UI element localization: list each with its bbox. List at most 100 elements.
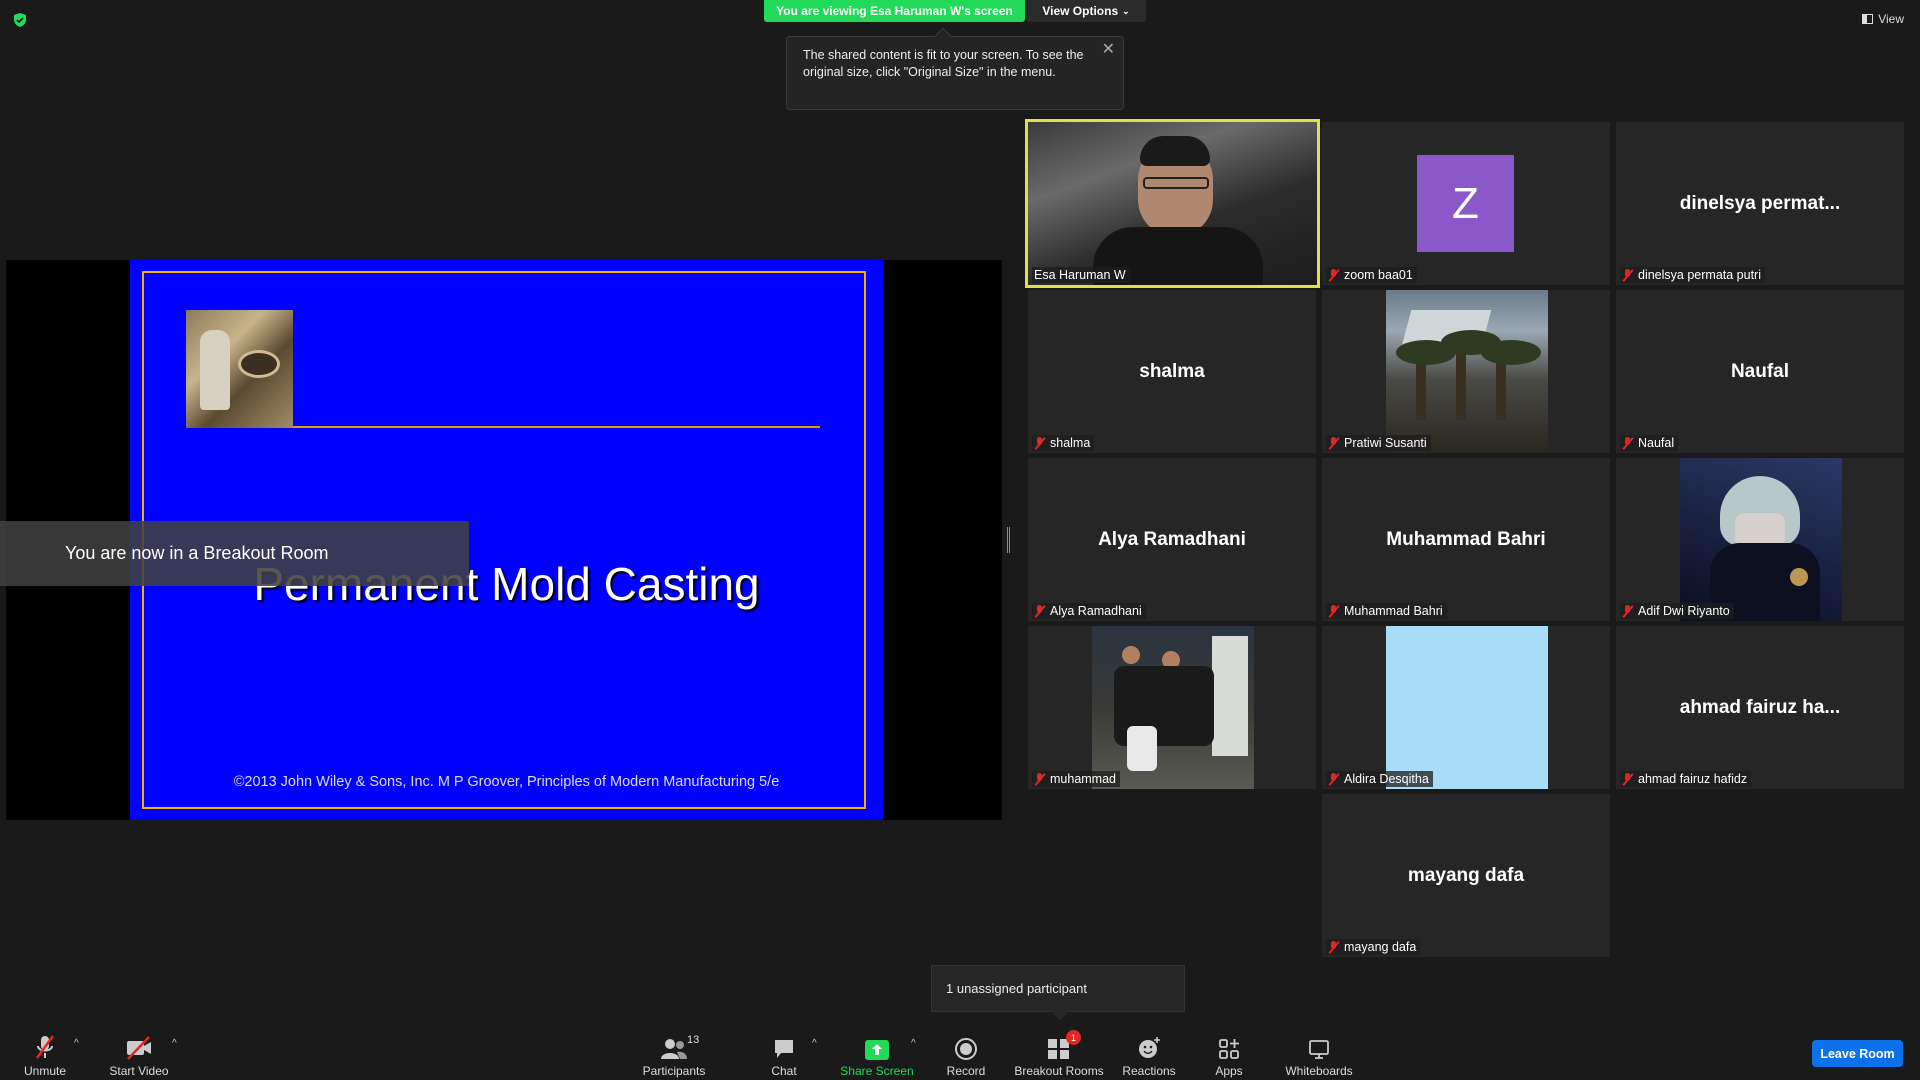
participant-name-label: zoom baa01 (1326, 267, 1417, 283)
participant-name: Adif Dwi Riyanto (1638, 604, 1730, 618)
start-video-button[interactable]: Start Video (94, 1034, 184, 1078)
whiteboard-icon-wrap (1308, 1034, 1330, 1060)
breakout-icon-wrap: 1 (1047, 1030, 1081, 1060)
grid-layout-icon (1862, 14, 1874, 24)
participant-tile[interactable]: Z zoom baa01 (1322, 122, 1610, 285)
participants-label: Participants (642, 1064, 706, 1078)
participant-name: Alya Ramadhani (1050, 604, 1142, 618)
breakout-rooms-label: Breakout Rooms (1014, 1064, 1104, 1078)
worker-figure (200, 330, 230, 410)
participant-name-label: Adif Dwi Riyanto (1620, 603, 1734, 619)
participant-tile[interactable]: Pratiwi Susanti (1322, 290, 1610, 453)
participant-name-label: dinelsya permata putri (1620, 267, 1765, 283)
view-options-button[interactable]: View Options ⌄ (1026, 0, 1146, 22)
share-screen-icon (865, 1040, 889, 1060)
participant-video (1092, 626, 1254, 789)
participant-tile[interactable]: shalma shalma (1028, 290, 1316, 453)
mic-muted-icon (1328, 268, 1340, 282)
participant-video (1386, 290, 1548, 453)
participant-video (1680, 458, 1842, 621)
mic-muted-icon (1034, 772, 1046, 786)
participants-button[interactable]: 13 Participants (629, 1034, 719, 1078)
record-icon-wrap (955, 1034, 977, 1060)
chat-icon-wrap (773, 1034, 795, 1060)
zoom-meeting-window: You are viewing Esa Haruman W's screen V… (0, 0, 1920, 1080)
fit-to-screen-tooltip: The shared content is fit to your screen… (786, 27, 1124, 110)
mic-muted-icon (1622, 604, 1634, 618)
audio-options-caret[interactable]: ^ (74, 1038, 79, 1049)
share-screen-label: Share Screen (840, 1064, 914, 1078)
view-label: View (1878, 12, 1904, 26)
chevron-down-icon: ⌄ (1122, 5, 1130, 16)
tooltip-text: The shared content is fit to your screen… (803, 48, 1084, 79)
participant-tile[interactable]: Alya Ramadhani Alya Ramadhani (1028, 458, 1316, 621)
start-video-label: Start Video (109, 1064, 169, 1078)
participant-tile[interactable]: Adif Dwi Riyanto (1616, 458, 1904, 621)
participant-tile[interactable]: Esa Haruman W (1025, 119, 1320, 288)
breakout-notice-text: You are now in a Breakout Room (65, 543, 329, 563)
participant-name-label: Pratiwi Susanti (1326, 435, 1431, 451)
share-screen-button[interactable]: Share Screen (832, 1034, 922, 1078)
participant-tile[interactable]: dinelsya permat... dinelsya permata putr… (1616, 122, 1904, 285)
participants-icon-wrap: 13 (661, 1034, 699, 1060)
tooltip-caret (934, 27, 952, 45)
unmute-label: Unmute (23, 1064, 67, 1078)
reactions-emoji-icon (1139, 1037, 1160, 1058)
participants-count: 13 (687, 1034, 700, 1046)
apps-label: Apps (1215, 1064, 1243, 1078)
participant-name-label: muhammad (1032, 771, 1120, 787)
popup-caret (1051, 1003, 1069, 1021)
reactions-icon-wrap (1137, 1034, 1161, 1060)
participant-display-name: ahmad fairuz ha... (1679, 696, 1841, 718)
share-icon-wrap (865, 1034, 889, 1060)
participant-name: dinelsya permata putri (1638, 268, 1761, 282)
mic-muted-icon (1034, 436, 1046, 450)
chat-options-caret[interactable]: ^ (812, 1038, 817, 1049)
participant-name-label: Alya Ramadhani (1032, 603, 1146, 619)
breakout-rooms-button[interactable]: 1 Breakout Rooms (1013, 1030, 1105, 1078)
reactions-label: Reactions (1122, 1064, 1176, 1078)
participant-name: zoom baa01 (1344, 268, 1413, 282)
reactions-button[interactable]: Reactions (1104, 1034, 1194, 1078)
record-button[interactable]: Record (921, 1034, 1011, 1078)
apps-icon (1219, 1039, 1239, 1059)
whiteboards-label: Whiteboards (1285, 1064, 1353, 1078)
viewing-banner-text: You are viewing Esa Haruman W's screen (776, 4, 1013, 18)
record-label: Record (946, 1064, 986, 1078)
leave-room-label: Leave Room (1820, 1046, 1895, 1061)
share-options-caret[interactable]: ^ (911, 1038, 916, 1049)
viewing-screen-banner: You are viewing Esa Haruman W's screen (764, 0, 1025, 22)
participant-tile[interactable]: Muhammad Bahri Muhammad Bahri (1322, 458, 1610, 621)
encryption-shield-icon[interactable] (12, 12, 28, 28)
apps-button[interactable]: Apps (1184, 1034, 1274, 1078)
mic-muted-icon (1328, 604, 1340, 618)
participant-tile[interactable]: ahmad fairuz ha... ahmad fairuz hafidz (1616, 626, 1904, 789)
slide-casting-photo (186, 310, 293, 428)
participant-tile[interactable]: Naufal Naufal (1616, 290, 1904, 453)
unassigned-participant-popup[interactable]: 1 unassigned participant (931, 965, 1185, 1021)
apps-icon-wrap (1218, 1034, 1240, 1060)
video-options-caret[interactable]: ^ (172, 1038, 177, 1049)
participant-name: Pratiwi Susanti (1344, 436, 1427, 450)
unassigned-text: 1 unassigned participant (946, 981, 1087, 996)
participant-tile[interactable]: mayang dafa mayang dafa (1322, 794, 1610, 957)
split-resize-handle[interactable] (1007, 527, 1010, 553)
participant-name: Esa Haruman W (1034, 268, 1126, 282)
close-icon[interactable]: ✕ (1102, 41, 1115, 58)
meeting-toolbar: Unmute ^ Start Video ^ 13 Participants C… (0, 1022, 1920, 1080)
mic-muted-icon (1328, 940, 1340, 954)
participant-video (1028, 122, 1317, 285)
avatar: Z (1417, 155, 1514, 252)
participant-name-label: Aldira Desqitha (1326, 771, 1433, 787)
mic-muted-icon (1622, 436, 1634, 450)
whiteboards-button[interactable]: Whiteboards (1274, 1034, 1364, 1078)
participant-display-name: mayang dafa (1407, 864, 1525, 886)
participant-name: Aldira Desqitha (1344, 772, 1429, 786)
view-layout-button[interactable]: View (1862, 12, 1904, 26)
participant-tile[interactable]: muhammad (1028, 626, 1316, 789)
leave-room-button[interactable]: Leave Room (1812, 1040, 1903, 1067)
participant-name-label: ahmad fairuz hafidz (1620, 771, 1752, 787)
participant-tile[interactable]: Aldira Desqitha (1322, 626, 1610, 789)
chat-icon (775, 1040, 793, 1058)
participant-display-name: dinelsya permat... (1679, 192, 1841, 214)
